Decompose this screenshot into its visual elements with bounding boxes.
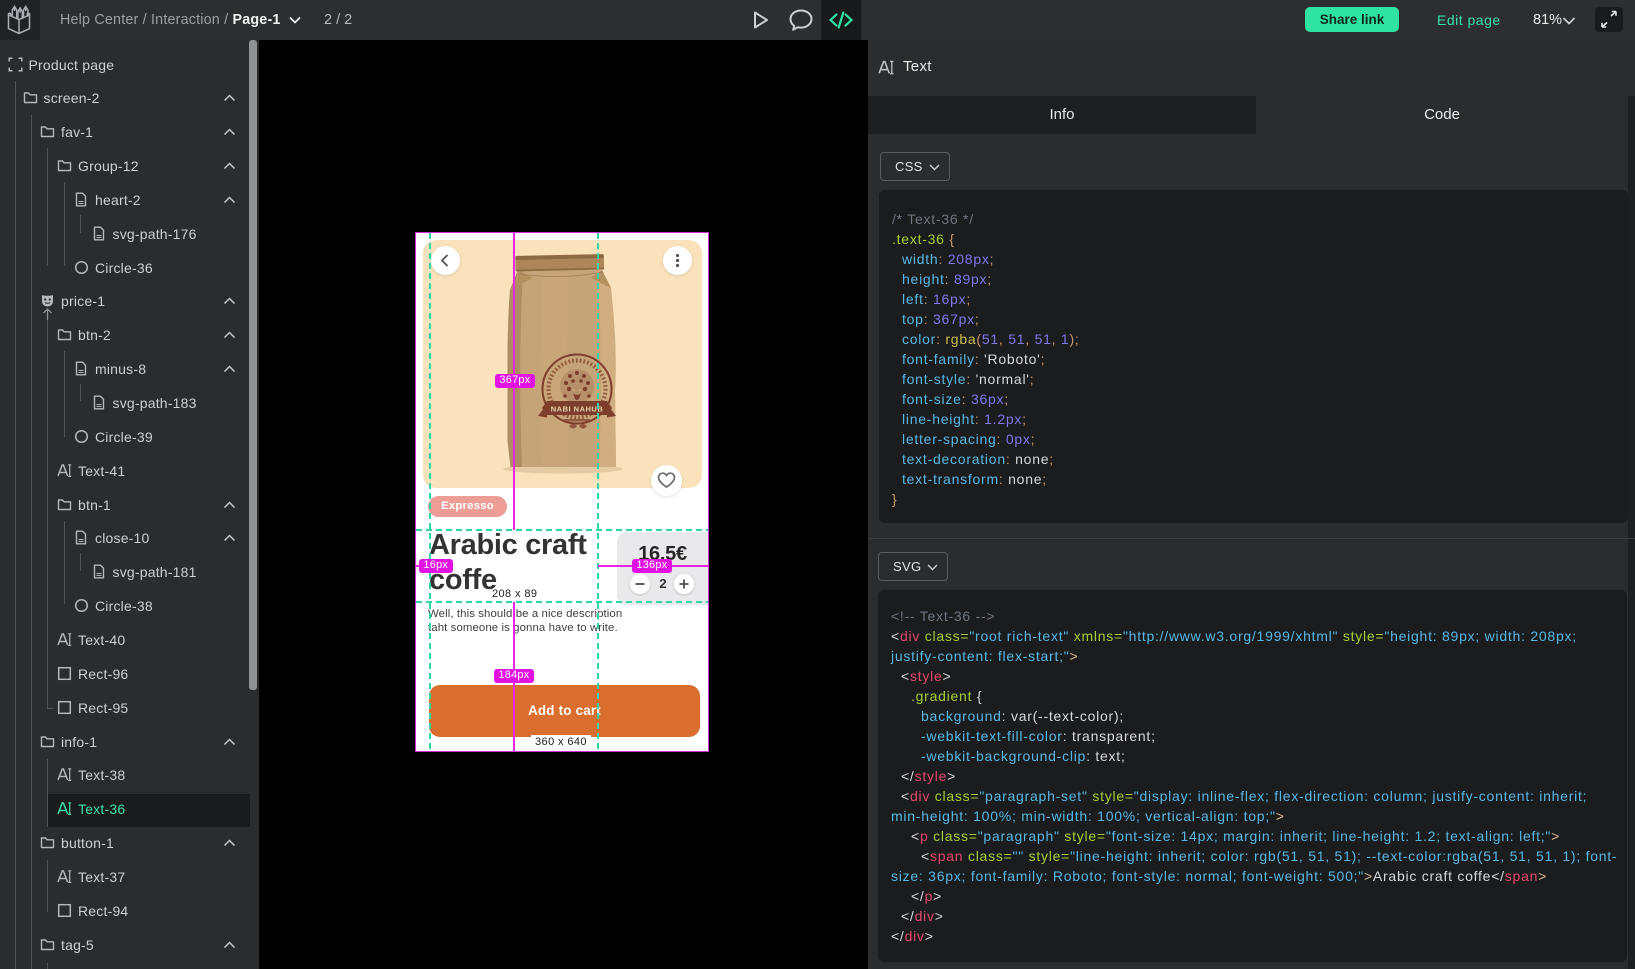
svg-text:NABI NAHUB: NABI NAHUB	[550, 404, 603, 413]
